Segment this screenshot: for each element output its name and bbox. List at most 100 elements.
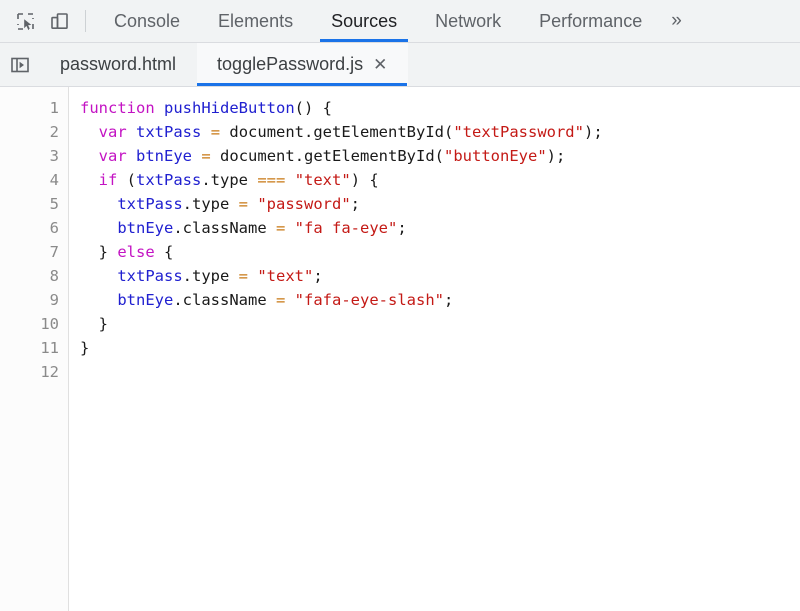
close-icon[interactable]: ✕ [373, 56, 387, 73]
file-tab-password-html[interactable]: password.html [40, 43, 197, 86]
code-token: btnEye [136, 147, 193, 165]
line-number: 12 [40, 363, 59, 381]
code-token: "textPassword" [453, 123, 584, 141]
code-token: else [117, 243, 155, 261]
file-tab-togglepassword-js-label: togglePassword.js [217, 54, 364, 74]
device-toolbar-glyph [50, 12, 68, 29]
code-token: ( [117, 171, 137, 189]
code-line: } [80, 336, 800, 360]
code-token: ; [313, 267, 323, 285]
line-number: 3 [49, 147, 59, 165]
code-line: } else { [80, 240, 800, 264]
code-token: = [238, 267, 248, 285]
code-token: var [98, 123, 127, 141]
code-token: if [98, 171, 118, 189]
code-token: "buttonEye" [444, 147, 547, 165]
file-tab-strip: password.html togglePassword.js ✕ [0, 43, 800, 87]
code-line: if (txtPass.type === "text") { [80, 168, 800, 192]
line-number-gutter: 1 2 3 4 5 6 7 8 9 10 11 12 [0, 87, 69, 611]
line-number: 8 [49, 267, 59, 285]
code-token: } [80, 339, 90, 357]
code-token: "fa fa-eye" [294, 219, 398, 237]
line-number: 5 [49, 195, 59, 213]
line-number: 7 [49, 243, 59, 261]
code-token: pushHideButton [164, 99, 295, 117]
more-tabs-glyph: » [671, 10, 682, 31]
line-number: 11 [40, 339, 59, 357]
line-number: 1 [49, 99, 59, 117]
code-token: = [238, 195, 248, 213]
tab-sources[interactable]: Sources [312, 0, 416, 42]
code-line: var btnEye = document.getElementById("bu… [80, 144, 800, 168]
code-token: ) { [350, 171, 379, 189]
inspect-element-glyph [16, 12, 34, 30]
show-navigator-glyph [11, 57, 29, 72]
code-token: ; [397, 219, 407, 237]
code-token: "password" [257, 195, 351, 213]
code-line: txtPass.type = "text"; [80, 264, 800, 288]
tab-console-label: Console [114, 10, 181, 31]
code-token: .className [173, 219, 276, 237]
code-line: btnEye.className = "fa fa-eye"; [80, 216, 800, 240]
code-token: document.getElementById( [220, 123, 454, 141]
code-token: "text" [294, 171, 351, 189]
code-line: btnEye.className = "fafa-eye-slash"; [80, 288, 800, 312]
code-token: () { [294, 99, 332, 117]
line-number: 2 [49, 123, 59, 141]
code-token: === [257, 171, 286, 189]
tab-network[interactable]: Network [416, 0, 520, 42]
panel-tab-list: Console Elements Sources Network Perform… [95, 0, 661, 42]
more-tabs-chevron-icon[interactable]: » [661, 0, 696, 42]
code-token: = [210, 123, 221, 141]
file-tab-togglepassword-js[interactable]: togglePassword.js ✕ [197, 43, 409, 86]
file-tab-password-html-label: password.html [60, 54, 177, 74]
code-token: } [80, 315, 108, 333]
code-token: txtPass [136, 171, 202, 189]
code-token: txtPass [136, 123, 202, 141]
code-token: document.getElementById( [210, 147, 444, 165]
tab-performance[interactable]: Performance [520, 0, 661, 42]
code-token: } [80, 243, 118, 261]
tab-performance-label: Performance [539, 10, 643, 31]
code-line: } [80, 312, 800, 336]
show-navigator-icon[interactable] [0, 43, 40, 86]
code-token: "fafa-eye-slash" [294, 291, 444, 309]
code-token: btnEye [117, 219, 174, 237]
line-number: 4 [49, 171, 59, 189]
code-line: var txtPass = document.getElementById("t… [80, 120, 800, 144]
code-token: ; [443, 291, 454, 309]
tab-elements-label: Elements [218, 10, 294, 31]
code-token: btnEye [117, 291, 174, 309]
tab-console[interactable]: Console [95, 0, 199, 42]
toolbar-divider [85, 10, 86, 32]
code-line: txtPass.type = "password"; [80, 192, 800, 216]
code-token: = [275, 219, 286, 237]
devtools-toolbar: Console Elements Sources Network Perform… [0, 0, 800, 43]
code-token: function [80, 99, 155, 117]
device-toolbar-icon[interactable] [42, 5, 76, 37]
code-token: ); [583, 123, 603, 141]
code-content[interactable]: function pushHideButton() { var txtPass … [69, 87, 800, 611]
code-token: txtPass [117, 195, 183, 213]
inspect-element-icon[interactable] [8, 5, 42, 37]
code-token: var [98, 147, 127, 165]
code-token: { [154, 243, 174, 261]
source-editor: 1 2 3 4 5 6 7 8 9 10 11 12 function pushHideButton(… [0, 87, 800, 611]
tab-elements[interactable]: Elements [199, 0, 312, 42]
code-token: ; [350, 195, 361, 213]
